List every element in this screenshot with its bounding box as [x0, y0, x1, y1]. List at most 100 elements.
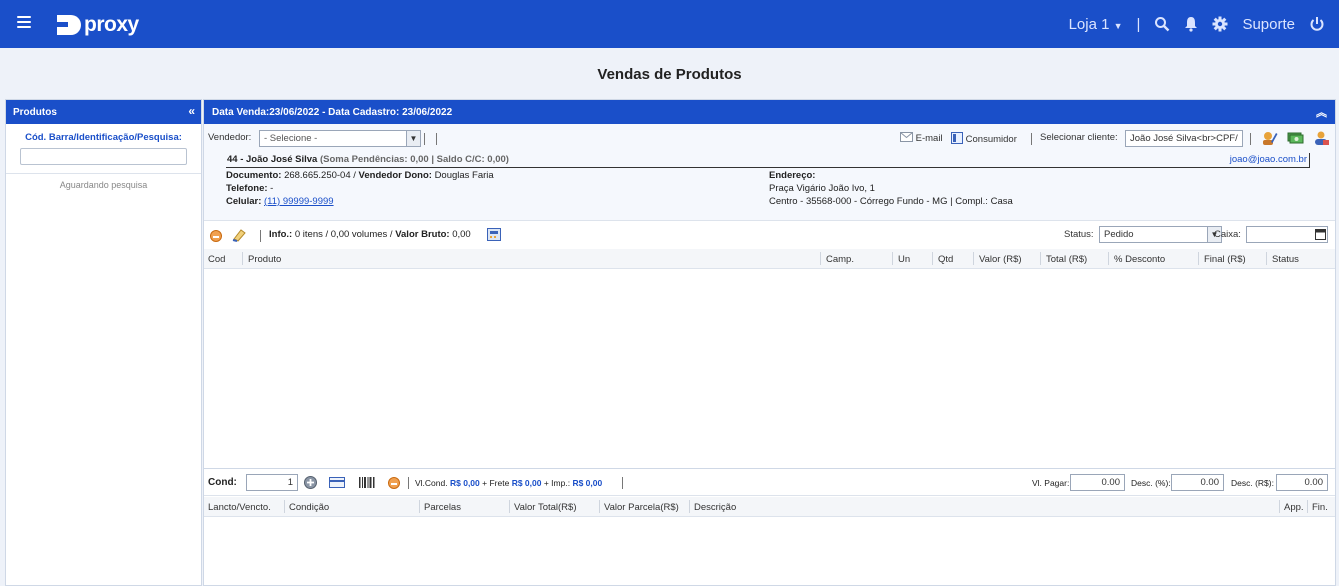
- status-select[interactable]: Pedido ▼: [1099, 226, 1222, 243]
- client-pending: (Soma Pendências: 0,00 | Saldo C/C: 0,00…: [319, 154, 509, 165]
- calendar-icon[interactable]: [1315, 229, 1326, 240]
- divider: [1250, 133, 1251, 145]
- divider: |: [1136, 15, 1141, 33]
- divider: [242, 252, 243, 265]
- menu-icon[interactable]: [17, 16, 31, 28]
- owner-value: Douglas Faria: [434, 170, 494, 181]
- col-produto[interactable]: Produto: [248, 254, 281, 265]
- vendor-select[interactable]: - Selecione - ▼: [259, 130, 421, 147]
- desc-pct-input[interactable]: 0.00: [1171, 474, 1224, 491]
- client-name-line: 44 - João José Silva (Soma Pendências: 0…: [227, 154, 509, 165]
- col-valor-parcela[interactable]: Valor Parcela(R$): [604, 502, 679, 513]
- product-search-label: Cód. Barra/Identificação/Pesquisa:: [25, 132, 182, 143]
- col-parcelas[interactable]: Parcelas: [424, 502, 461, 513]
- vlcond-label: Vl.Cond.: [415, 478, 448, 488]
- status-select-value: Pedido: [1104, 229, 1134, 240]
- add-icon[interactable]: [304, 476, 317, 489]
- divider: [284, 500, 285, 513]
- client-phone: Telefone: -: [226, 183, 273, 194]
- info-value: 0 itens / 0,00 volumes /: [294, 229, 393, 240]
- phone-label: Telefone:: [226, 183, 268, 194]
- frete-value: R$ 0,00: [511, 478, 542, 488]
- sale-panel-header: Data Venda:23/06/2022 - Data Cadastro: 2…: [204, 100, 1335, 124]
- card-icon[interactable]: [329, 476, 345, 489]
- products-panel-header: Produtos «: [6, 100, 201, 124]
- pay-input[interactable]: 0.00: [1070, 474, 1125, 491]
- col-final[interactable]: Final (R$): [1204, 254, 1246, 265]
- divider: [689, 500, 690, 513]
- info-label: Info.:: [269, 229, 293, 240]
- col-total[interactable]: Total (R$): [1046, 254, 1087, 265]
- collapse-up-icon[interactable]: ︽: [1316, 104, 1327, 120]
- frete-label: + Frete: [482, 478, 510, 488]
- col-desconto[interactable]: % Desconto: [1114, 254, 1165, 265]
- desc-rs-value: 0.00: [1304, 477, 1324, 488]
- client-email[interactable]: joao@joao.com.br: [1230, 154, 1307, 165]
- logo-mark-icon: [57, 15, 81, 35]
- col-camp[interactable]: Camp.: [826, 254, 854, 265]
- totals-summary: Vl.Cond. R$ 0,00 + Frete R$ 0,00 + Imp.:…: [415, 478, 602, 488]
- col-valor[interactable]: Valor (R$): [979, 254, 1022, 265]
- caret-down-icon: ▼: [1113, 20, 1123, 31]
- divider: [1279, 500, 1280, 513]
- divider: [892, 252, 893, 265]
- col-condicao[interactable]: Condição: [289, 502, 329, 513]
- col-status[interactable]: Status: [1272, 254, 1299, 265]
- col-app[interactable]: App.: [1284, 502, 1304, 513]
- clear-icon[interactable]: [232, 228, 247, 242]
- col-lancto[interactable]: Lancto/Vencto.: [208, 502, 271, 513]
- gear-icon[interactable]: [1212, 16, 1228, 32]
- divider: [1198, 252, 1199, 265]
- col-un[interactable]: Un: [898, 254, 910, 265]
- user-icon[interactable]: [1313, 130, 1330, 146]
- vendor-label: Vendedor:: [208, 132, 252, 143]
- select-client-value: João José Silva<br>CPF/: [1130, 133, 1238, 144]
- cell-link[interactable]: (11) 99999-9999: [264, 196, 334, 207]
- divider: [1307, 500, 1308, 513]
- divider: [599, 500, 600, 513]
- remove-condition-icon[interactable]: [388, 477, 400, 489]
- client-cell: Celular: (11) 99999-9999: [226, 196, 334, 207]
- cond-input[interactable]: 1: [246, 474, 298, 491]
- select-client-input[interactable]: João José Silva<br>CPF/: [1125, 130, 1243, 147]
- divider: [622, 477, 623, 489]
- col-descricao[interactable]: Descrição: [694, 502, 736, 513]
- consumer-icon: [951, 132, 963, 144]
- divider: [6, 173, 201, 174]
- consumer-label: Consumidor: [965, 134, 1017, 145]
- col-cod[interactable]: Cod: [208, 254, 225, 265]
- money-icon[interactable]: [1287, 130, 1304, 146]
- col-fin[interactable]: Fin.: [1312, 502, 1328, 513]
- power-icon[interactable]: [1309, 16, 1325, 32]
- vendor-select-value: - Selecione -: [264, 133, 318, 144]
- store-selector[interactable]: Loja 1 ▼: [1069, 16, 1123, 33]
- items-info: Info.: 0 itens / 0,00 volumes / Valor Br…: [269, 229, 471, 240]
- desc-pct-label: Desc. (%):: [1131, 478, 1171, 488]
- page-title: Vendas de Produtos: [597, 66, 742, 83]
- support-link[interactable]: Suporte: [1242, 16, 1295, 33]
- consumer-button[interactable]: Consumidor: [951, 132, 1017, 145]
- divider: [1108, 252, 1109, 265]
- bell-icon[interactable]: [1184, 16, 1198, 32]
- edit-client-icon[interactable]: [1261, 130, 1278, 146]
- email-label: E-mail: [915, 133, 943, 144]
- imp-value: R$ 0,00: [572, 478, 603, 488]
- search-icon[interactable]: [1154, 16, 1170, 32]
- desc-rs-input[interactable]: 0.00: [1276, 474, 1328, 491]
- top-bar: proxy Loja 1 ▼ | Suporte: [0, 0, 1339, 48]
- collapse-left-icon[interactable]: «: [188, 104, 195, 118]
- client-name: 44 - João José Silva: [227, 154, 318, 165]
- col-valor-total[interactable]: Valor Total(R$): [514, 502, 576, 513]
- cashier-input[interactable]: [1246, 226, 1328, 243]
- products-panel-title: Produtos: [13, 107, 57, 118]
- calculator-icon[interactable]: [487, 228, 501, 241]
- remove-item-icon[interactable]: [210, 230, 222, 242]
- items-table-header: Cod Produto Camp. Un Qtd Valor (R$) Tota…: [204, 249, 1335, 269]
- col-qtd[interactable]: Qtd: [938, 254, 953, 265]
- select-client-label: Selecionar cliente:: [1040, 132, 1118, 143]
- barcode-icon[interactable]: [359, 477, 375, 488]
- email-button[interactable]: E-mail: [900, 132, 943, 144]
- product-search-input[interactable]: [20, 148, 187, 165]
- logo[interactable]: proxy: [57, 13, 139, 36]
- divider: [1040, 252, 1041, 265]
